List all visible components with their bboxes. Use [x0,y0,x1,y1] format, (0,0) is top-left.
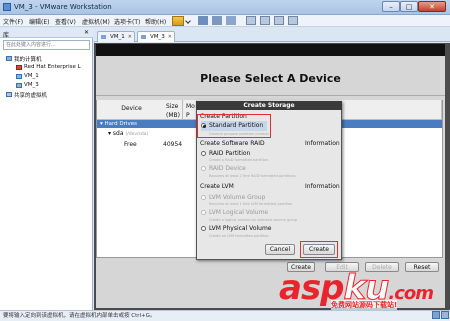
pause-icon[interactable] [172,16,184,26]
tab-vm3-label: VM_3 [150,34,165,40]
menu-help[interactable]: 帮助(H) [145,17,166,26]
lvm-pv-desc: Create an LVM formatted partition [209,234,269,238]
cancel-button[interactable]: Cancel [265,244,295,255]
tab-vm1-label: VM_1 [110,34,125,40]
vmware-app-icon [3,3,11,11]
watermark-subtitle: 免费网站源码下载站! [331,300,398,310]
column-mount[interactable]: Mo P R [183,100,197,128]
unity-icon[interactable] [274,16,284,25]
vm-icon [16,74,22,79]
vm-tab-icon [101,35,106,39]
tree-item-vm3[interactable]: VM_3 [24,82,39,88]
raid-device-radio[interactable] [201,166,206,171]
dialog-title: Create Storage [196,101,342,110]
divider [96,95,445,96]
redhat-vm-icon [16,65,22,70]
device-icon[interactable] [441,311,449,319]
snapshot-icon[interactable] [198,16,208,25]
menu-tabs[interactable]: 选项卡(T) [114,17,140,26]
tree-item-redhat[interactable]: Red Hat Enterprise L [24,64,81,70]
column-size[interactable]: Size (MB) [163,100,183,120]
tree-item-my-computer[interactable]: 我的计算机 [14,55,42,63]
lvm-lv-desc: Create a logical volume on selected volu… [209,218,298,222]
view-console-icon[interactable] [246,16,256,25]
column-device[interactable]: Device [97,100,167,120]
window-title: VM_3 - VMware Workstation [14,3,112,11]
installer-banner [96,44,445,56]
highlight-box [300,241,338,258]
tree-item-shared[interactable]: 共享的虚拟机 [14,91,47,99]
raid-device-label[interactable]: RAID Device [209,165,246,172]
revert-icon[interactable] [212,16,222,25]
sda-label: sda [112,130,124,137]
lvm-pv-radio[interactable] [201,226,206,231]
raid-device-desc: Requires at least 2 free RAID formatted … [209,174,296,178]
thumbnail-icon[interactable] [288,16,298,25]
library-panel [0,28,93,310]
free-label[interactable]: Free [124,141,137,148]
close-button[interactable]: ✕ [418,1,446,12]
highlight-box [197,114,271,138]
fullscreen-icon[interactable] [260,16,270,25]
computer-icon [6,56,12,61]
minimize-button[interactable]: – [382,1,400,12]
vm-tab-icon [141,35,146,39]
tab-vm3[interactable]: VM_3 ✕ [137,31,175,42]
lvm-vg-desc: Requires at least 1 free LVM formatted p… [209,202,293,206]
lvm-pv-label[interactable]: LVM Physical Volume [209,225,272,232]
lvm-vg-label[interactable]: LVM Volume Group [209,194,265,201]
library-search-input[interactable]: 在此处键入内容进行... [3,40,90,50]
sda-path: (/dev/sda) [125,132,149,137]
lvm-vg-radio[interactable] [201,195,206,200]
library-header [0,28,93,38]
close-icon[interactable]: ✕ [128,32,132,42]
raid-partition-label[interactable]: RAID Partition [209,150,250,157]
vm-icon [16,83,22,88]
free-size: 40954 [163,141,183,148]
lvm-information-button[interactable]: Information [305,183,340,190]
page-title: Please Select A Device [200,72,341,85]
close-icon[interactable]: ✕ [168,32,172,42]
maximize-button[interactable]: □ [400,1,418,12]
hard-drives-label: Hard Drives [104,121,137,127]
network-icon[interactable] [432,311,440,319]
lvm-lv-radio[interactable] [201,210,206,215]
manage-snapshots-icon[interactable] [226,16,236,25]
menu-vm[interactable]: 虚拟机(M) [82,17,110,26]
lvm-lv-label[interactable]: LVM Logical Volume [209,209,268,216]
raid-partition-desc: Create a RAID formatted partition [209,158,268,162]
status-bar: 要将输入定向到该虚拟机，请在虚拟机内部单击或按 Ctrl+G。 [0,310,450,321]
tree-item-vm1[interactable]: VM_1 [24,73,39,79]
menu-view[interactable]: 查看(V) [55,17,76,26]
lvm-section-label: Create LVM [200,183,234,190]
library-title: 库 [3,32,10,39]
close-icon[interactable]: ✕ [84,29,89,36]
raid-section-label: Create Software RAID [200,140,265,147]
tab-vm1[interactable]: VM_1 ✕ [97,31,135,42]
raid-partition-radio[interactable] [201,151,206,156]
table-row-sda[interactable]: ▾ sda (/dev/sda) [108,130,148,137]
shared-vms-icon [6,92,12,97]
menu-edit[interactable]: 编辑(E) [29,17,49,26]
menu-file[interactable]: 文件(F) [3,17,23,26]
raid-information-button[interactable]: Information [305,140,340,147]
